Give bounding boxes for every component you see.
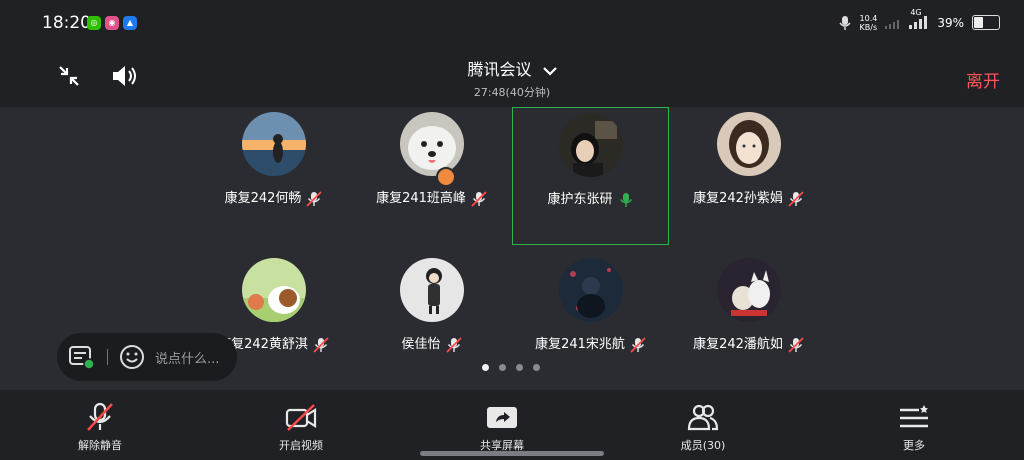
mic-muted-icon (313, 336, 329, 353)
page-dot[interactable] (516, 364, 523, 371)
participant-name: 康复241班高峰 (376, 191, 466, 206)
participant-name: 康复242孙紫娟 (693, 191, 783, 206)
toolbar-label: 更多 (903, 439, 925, 452)
participant-name-row: 康复241班高峰 (353, 187, 510, 207)
participant-name-row: 康护东张研 (513, 188, 668, 208)
toolbar-more-menu-button[interactable]: 更多 (854, 390, 974, 460)
host-badge-icon (435, 167, 456, 187)
toolbar-share-screen-button[interactable]: 共享屏幕 (442, 390, 562, 460)
bottom-toolbar: 解除静音 开启视频 共享屏幕成员(30) 更多 (0, 390, 1024, 460)
members-icon (687, 404, 719, 431)
toolbar-label: 成员(30) (680, 439, 726, 452)
leave-button[interactable]: 离开 (966, 67, 1000, 92)
participant-avatar (558, 113, 623, 177)
meeting-title-area[interactable]: 腾讯会议 27:48(40分钟) (0, 56, 1024, 100)
microphone-indicator-icon (838, 15, 851, 30)
cellular-signal: 4G (909, 8, 929, 32)
more-menu-icon (900, 405, 928, 428)
participant-name: 康复242潘航如 (693, 337, 783, 352)
chevron-down-icon[interactable] (542, 66, 557, 76)
share-screen-icon (487, 407, 517, 428)
participant-avatar (241, 258, 306, 322)
wechat-icon: ◎ (87, 16, 101, 30)
mic-muted-icon (306, 190, 323, 207)
participant-avatar (716, 112, 781, 176)
notification-icons: ◎ ◉ ▲ (87, 16, 137, 30)
page-indicator (482, 364, 540, 371)
participant-avatar (558, 258, 623, 322)
status-time: 18:20 (42, 13, 91, 33)
soul-app-icon: ◉ (105, 16, 119, 30)
mic-active-icon (619, 192, 632, 207)
wifi-signal-icon (885, 19, 900, 29)
participant-avatar (399, 112, 464, 176)
net-speed: 10.4 KB/s (859, 13, 878, 32)
subtitles-icon[interactable] (69, 346, 95, 370)
participant-name: 康护东张研 (547, 192, 613, 207)
mic-muted-icon (788, 190, 804, 207)
page-dot[interactable] (499, 364, 506, 371)
page-dot[interactable] (533, 364, 540, 371)
divider (107, 349, 108, 365)
participant-name-row: 康复242何畅 (195, 187, 352, 207)
cellular-signal-icon (909, 16, 928, 29)
toolbar-label: 解除静音 (78, 439, 122, 452)
participant-tile[interactable]: 康复242潘航如 (670, 253, 827, 391)
battery-icon (972, 15, 1000, 30)
participant-name-row: 康复241宋兆航 (512, 333, 669, 353)
meeting-title[interactable]: 腾讯会议 (0, 56, 1024, 80)
participant-tile[interactable]: 康复242何畅 (195, 107, 352, 245)
mic-muted-icon (445, 336, 462, 353)
page-dot[interactable] (482, 364, 489, 371)
chat-input-bar[interactable]: 说点什么... (57, 333, 237, 381)
mic-muted-icon (471, 190, 487, 207)
mic-muted-icon (788, 336, 804, 353)
participant-tile[interactable]: 康护东张研 (512, 107, 669, 245)
toolbar-video-off-button[interactable]: 开启视频 (241, 390, 361, 460)
participant-name-row: 康复242潘航如 (670, 333, 827, 353)
toolbar-members-button[interactable]: 成员(30) (643, 390, 763, 460)
status-bar: 18:20 ◎ ◉ ▲ 10.4 KB/s 4G 39% (0, 0, 1024, 50)
participant-avatar (716, 258, 781, 322)
participant-tile[interactable]: 康复242孙紫娟 (670, 107, 827, 245)
participant-tile[interactable]: 康复241班高峰 (353, 107, 510, 245)
participant-name: 康复242何畅 (224, 191, 302, 206)
feishu-icon: ▲ (123, 16, 137, 30)
meeting-header: 腾讯会议 27:48(40分钟) 离开 (0, 50, 1024, 107)
toolbar-label: 开启视频 (279, 439, 323, 452)
participant-name: 侯佳怡 (401, 337, 441, 352)
participant-avatar (399, 258, 464, 322)
battery-percent: 39% (937, 15, 964, 30)
mic-muted-icon (87, 402, 113, 431)
participant-name-row: 侯佳怡 (353, 333, 510, 353)
status-right: 10.4 KB/s 4G 39% (838, 8, 1000, 32)
emoji-icon[interactable] (119, 344, 145, 370)
mic-muted-icon (630, 336, 646, 353)
chat-placeholder[interactable]: 说点什么... (155, 348, 219, 367)
participant-name-row: 康复242孙紫娟 (670, 187, 827, 207)
video-off-icon (285, 404, 317, 431)
participant-name: 康复241宋兆航 (535, 337, 625, 352)
toolbar-mic-muted-button[interactable]: 解除静音 (40, 390, 160, 460)
home-indicator[interactable] (420, 451, 604, 456)
meeting-duration: 27:48(40分钟) (473, 86, 551, 99)
participant-avatar (241, 112, 306, 176)
